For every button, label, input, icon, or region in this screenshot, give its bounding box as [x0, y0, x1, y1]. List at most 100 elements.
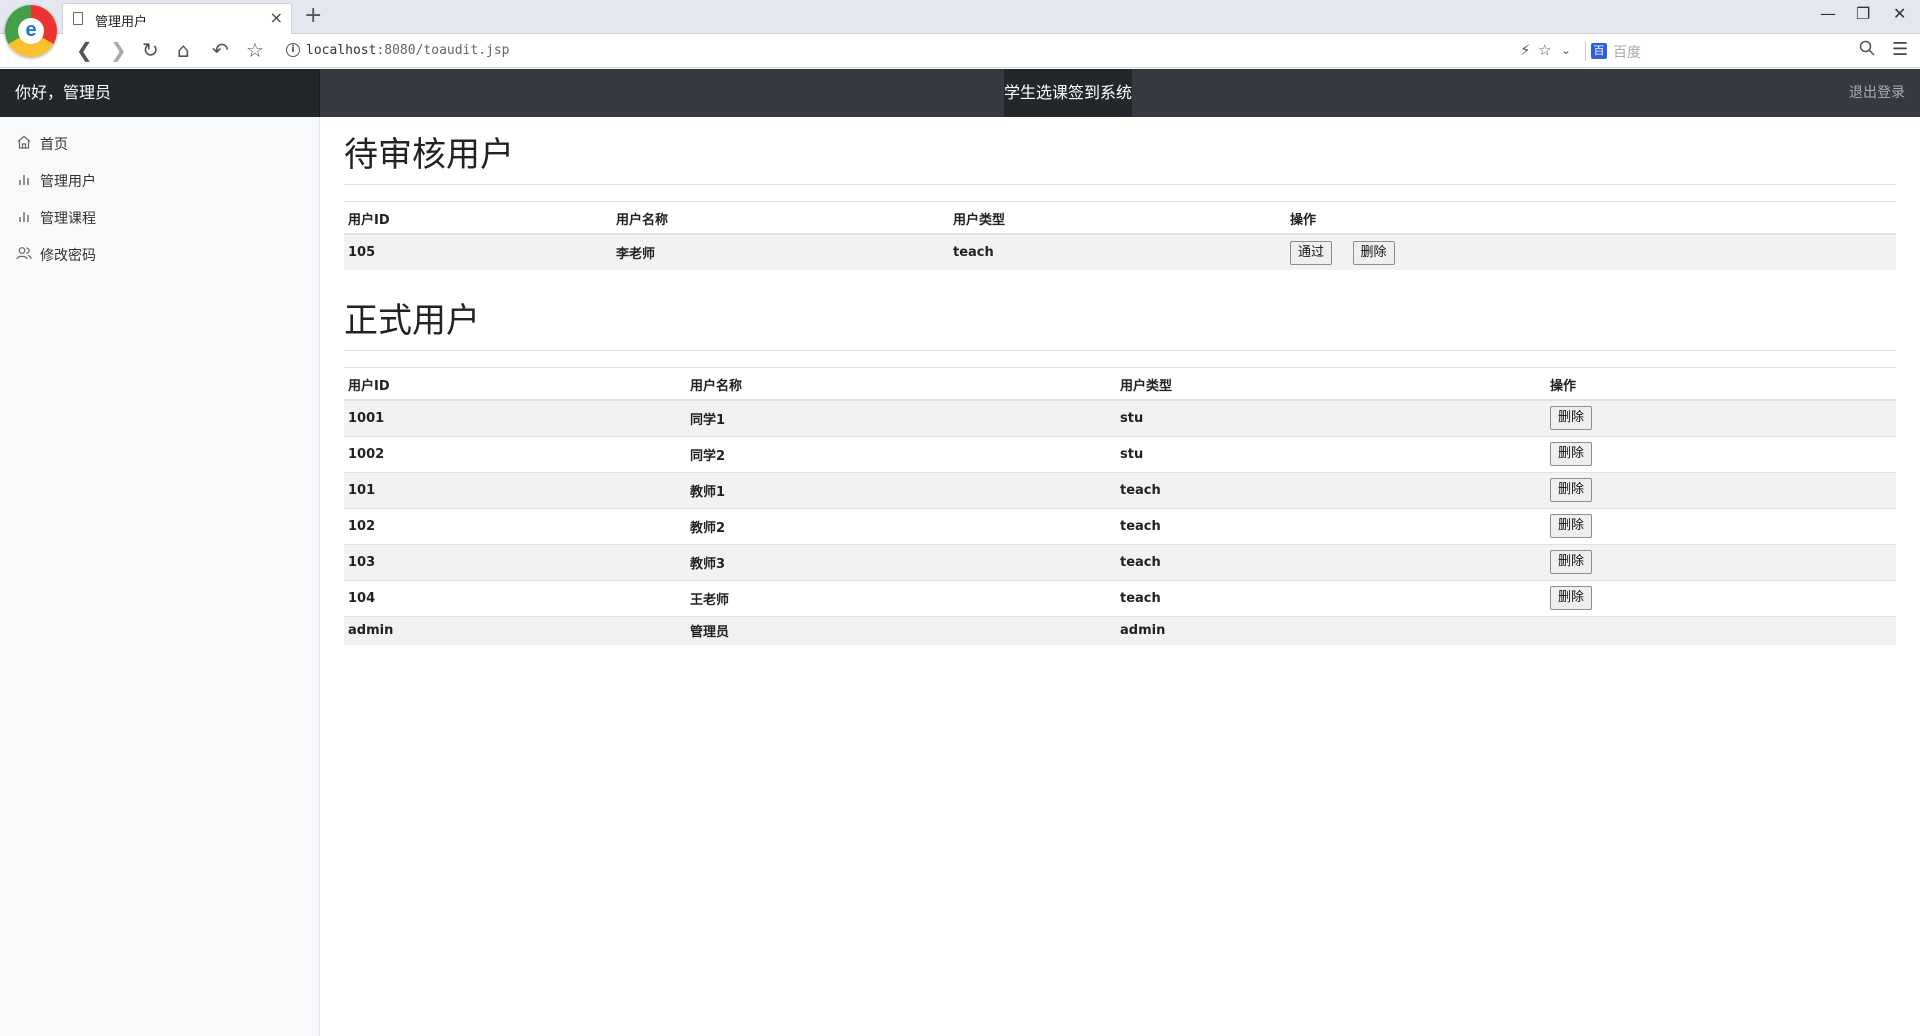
main-content: 待审核用户 用户ID 用户名称 用户类型 操作 105 李老师 teach 通过…	[344, 117, 1896, 645]
search-input[interactable]: 百度	[1613, 42, 1641, 62]
approve-button[interactable]: 通过	[1290, 240, 1333, 265]
minimize-button[interactable]: —	[1820, 4, 1836, 23]
page-icon	[73, 12, 83, 25]
user-name-cell: 同学2	[686, 435, 1116, 472]
column-header: 用户ID	[344, 367, 686, 401]
actions-cell: 通过 删除	[1286, 233, 1896, 270]
user-name-cell: 李老师	[612, 233, 949, 270]
sidebar-item-home[interactable]: 首页	[0, 128, 320, 158]
browser-tab-strip: 管理用户 × + — ❐ ✕	[0, 0, 1920, 34]
reload-icon[interactable]: ↻	[142, 38, 159, 62]
actions-cell: 删除	[1546, 507, 1896, 544]
delete-button[interactable]: 删除	[1352, 240, 1395, 265]
bookmark-star-icon[interactable]: ☆	[246, 38, 264, 62]
url-field[interactable]: localhost:8080/toaudit.jsp	[306, 43, 510, 58]
column-header: 用户类型	[949, 201, 1286, 235]
sidebar-item-manage-courses[interactable]: 管理课程	[0, 202, 320, 232]
greeting: 你好，管理员	[0, 69, 320, 117]
actions-cell: 删除	[1546, 399, 1896, 436]
sidebar-item-change-password[interactable]: 修改密码	[0, 239, 320, 269]
user-name-cell: 管理员	[686, 615, 1116, 645]
user-id-cell: 105	[344, 233, 612, 270]
new-tab-button[interactable]: +	[304, 3, 322, 28]
back-icon[interactable]: ❮	[76, 38, 93, 62]
user-id-cell: 102	[344, 507, 686, 544]
user-type-cell: stu	[1116, 435, 1546, 472]
user-name-cell: 教师1	[686, 471, 1116, 508]
undo-icon[interactable]: ↶	[212, 38, 229, 62]
sidebar-item-label: 首页	[40, 137, 68, 153]
delete-button[interactable]: 删除	[1550, 514, 1593, 538]
column-header: 用户名称	[686, 367, 1116, 401]
app-header: 你好，管理员 学生选课签到系统 退出登录	[0, 69, 1920, 117]
column-header: 用户ID	[344, 201, 612, 235]
logout-link[interactable]: 退出登录	[1849, 69, 1905, 117]
user-type-cell: stu	[1116, 399, 1546, 436]
actions-cell	[1546, 615, 1896, 645]
user-id-cell: admin	[344, 615, 686, 645]
delete-button[interactable]: 删除	[1550, 586, 1593, 610]
user-name-cell: 同学1	[686, 399, 1116, 436]
actions-cell: 删除	[1546, 543, 1896, 580]
user-type-cell: teach	[1116, 579, 1546, 616]
table-row: 1001 同学1 stu 删除	[344, 399, 1896, 436]
table-row: 101 教师1 teach 删除	[344, 471, 1896, 508]
column-header: 用户名称	[612, 201, 949, 235]
search-icon[interactable]	[1859, 40, 1875, 60]
pending-users-title: 待审核用户	[344, 135, 514, 175]
forward-icon[interactable]: ❯	[110, 38, 127, 62]
user-type-cell: teach	[949, 233, 1286, 270]
delete-button[interactable]: 删除	[1550, 478, 1593, 502]
delete-button[interactable]: 删除	[1550, 406, 1593, 431]
table-row: 105 李老师 teach 通过 删除	[344, 233, 1896, 270]
user-id-cell: 101	[344, 471, 686, 508]
browser-logo-icon[interactable]: e	[5, 5, 57, 57]
chevron-down-icon[interactable]: ⌄	[1561, 43, 1571, 57]
table-header-row: 用户ID 用户名称 用户类型 操作	[344, 201, 1896, 235]
delete-button[interactable]: 删除	[1550, 442, 1593, 466]
table-header-row: 用户ID 用户名称 用户类型 操作	[344, 367, 1896, 401]
menu-icon[interactable]: ☰	[1892, 39, 1908, 60]
lightning-icon[interactable]: ⚡	[1520, 41, 1531, 59]
user-type-cell: teach	[1116, 507, 1546, 544]
table-row: admin 管理员 admin	[344, 615, 1896, 645]
actions-cell: 删除	[1546, 435, 1896, 472]
sidebar-item-manage-users[interactable]: 管理用户	[0, 165, 320, 195]
column-header: 操作	[1546, 367, 1896, 401]
delete-button[interactable]: 删除	[1550, 550, 1593, 574]
table-row: 104 王老师 teach 删除	[344, 579, 1896, 616]
tab-close-button[interactable]: ×	[270, 8, 283, 27]
column-header: 用户类型	[1116, 367, 1546, 401]
site-info-icon[interactable]: i	[286, 43, 300, 57]
user-id-cell: 104	[344, 579, 686, 616]
table-row: 1002 同学2 stu 删除	[344, 435, 1896, 472]
browser-tab[interactable]: 管理用户 ×	[62, 3, 292, 34]
user-id-cell: 1001	[344, 399, 686, 436]
home-icon[interactable]: ⌂	[177, 38, 190, 62]
user-type-cell: teach	[1116, 543, 1546, 580]
formal-users-title: 正式用户	[344, 301, 480, 341]
sidebar-item-label: 修改密码	[40, 248, 96, 264]
column-header: 操作	[1286, 201, 1896, 235]
user-name-cell: 教师2	[686, 507, 1116, 544]
restore-button[interactable]: ❐	[1856, 4, 1870, 23]
user-id-cell: 103	[344, 543, 686, 580]
system-title[interactable]: 学生选课签到系统	[1004, 69, 1132, 117]
baidu-search-icon: 百	[1591, 43, 1607, 59]
close-window-button[interactable]: ✕	[1893, 4, 1906, 23]
home-icon	[16, 134, 32, 150]
favorite-star-icon[interactable]: ☆	[1538, 41, 1551, 59]
user-type-cell: admin	[1116, 615, 1546, 645]
actions-cell: 删除	[1546, 579, 1896, 616]
divider	[1585, 41, 1586, 61]
users-icon	[16, 245, 32, 261]
user-type-cell: teach	[1116, 471, 1546, 508]
user-name-cell: 王老师	[686, 579, 1116, 616]
actions-cell: 删除	[1546, 471, 1896, 508]
table-row: 103 教师3 teach 删除	[344, 543, 1896, 580]
formal-users-table: 用户ID 用户名称 用户类型 操作 1001 同学1 stu 删除 1002 同…	[344, 367, 1896, 645]
sidebar-item-label: 管理课程	[40, 211, 96, 227]
bar-chart-icon	[16, 171, 32, 187]
table-row: 102 教师2 teach 删除	[344, 507, 1896, 544]
address-bar: ❮ ❯ ↻ ⌂ ↶ ☆ i localhost:8080/toaudit.jsp…	[0, 34, 1920, 68]
